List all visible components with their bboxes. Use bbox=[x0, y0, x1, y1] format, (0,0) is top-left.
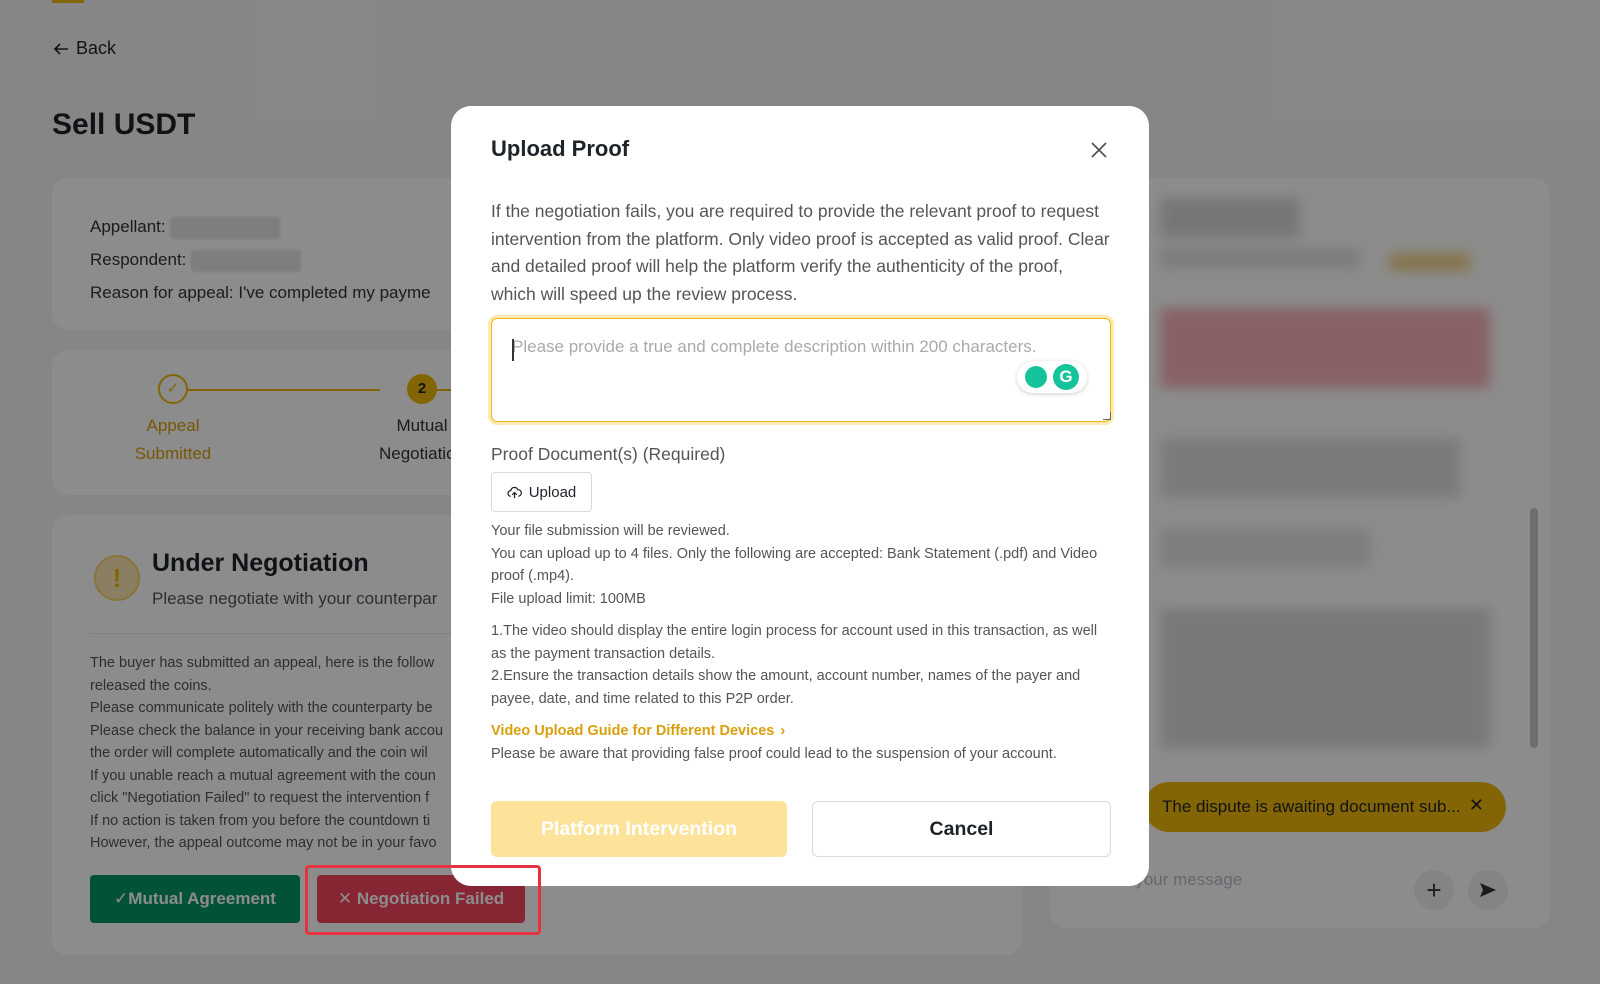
video-guide-link[interactable]: Video Upload Guide for Different Devices… bbox=[491, 720, 785, 743]
false-proof-warning: Please be aware that providing false pro… bbox=[491, 745, 1057, 762]
note-rule-2: 2.Ensure the transaction details show th… bbox=[491, 668, 1081, 707]
proof-documents-label: Proof Document(s) (Required) bbox=[491, 444, 726, 464]
upload-label: Upload bbox=[528, 483, 577, 501]
note-rule-1: 1.The video should display the entire lo… bbox=[491, 623, 1098, 662]
grammarly-widget[interactable]: G bbox=[1017, 361, 1087, 393]
platform-intervention-button[interactable]: Platform Intervention bbox=[491, 801, 787, 857]
video-guide-label: Video Upload Guide for Different Devices bbox=[491, 723, 775, 739]
highlight-outline bbox=[305, 865, 541, 935]
note-file-limit: You can upload up to 4 files. Only the f… bbox=[491, 545, 1098, 585]
upload-proof-modal: Upload Proof If the negotiation fails, y… bbox=[451, 106, 1149, 886]
grammarly-icon: G bbox=[1053, 364, 1079, 390]
note-size-limit: File upload limit: 100MB bbox=[491, 590, 646, 607]
modal-description: If the negotiation fails, you are requir… bbox=[491, 201, 1110, 304]
upload-button[interactable]: Upload bbox=[491, 472, 592, 512]
cloud-upload-icon bbox=[507, 486, 522, 498]
text-caret bbox=[512, 339, 514, 361]
chevron-right-icon: › bbox=[780, 723, 786, 739]
resize-handle[interactable] bbox=[1103, 412, 1111, 420]
cancel-button[interactable]: Cancel bbox=[812, 801, 1111, 857]
note-reviewed: Your file submission will be reviewed. bbox=[491, 523, 730, 539]
close-icon[interactable] bbox=[1085, 136, 1113, 164]
modal-title: Upload Proof bbox=[491, 136, 630, 161]
upload-notes: Your file submission will be reviewed. Y… bbox=[491, 520, 1111, 765]
lightbulb-icon bbox=[1025, 366, 1047, 388]
